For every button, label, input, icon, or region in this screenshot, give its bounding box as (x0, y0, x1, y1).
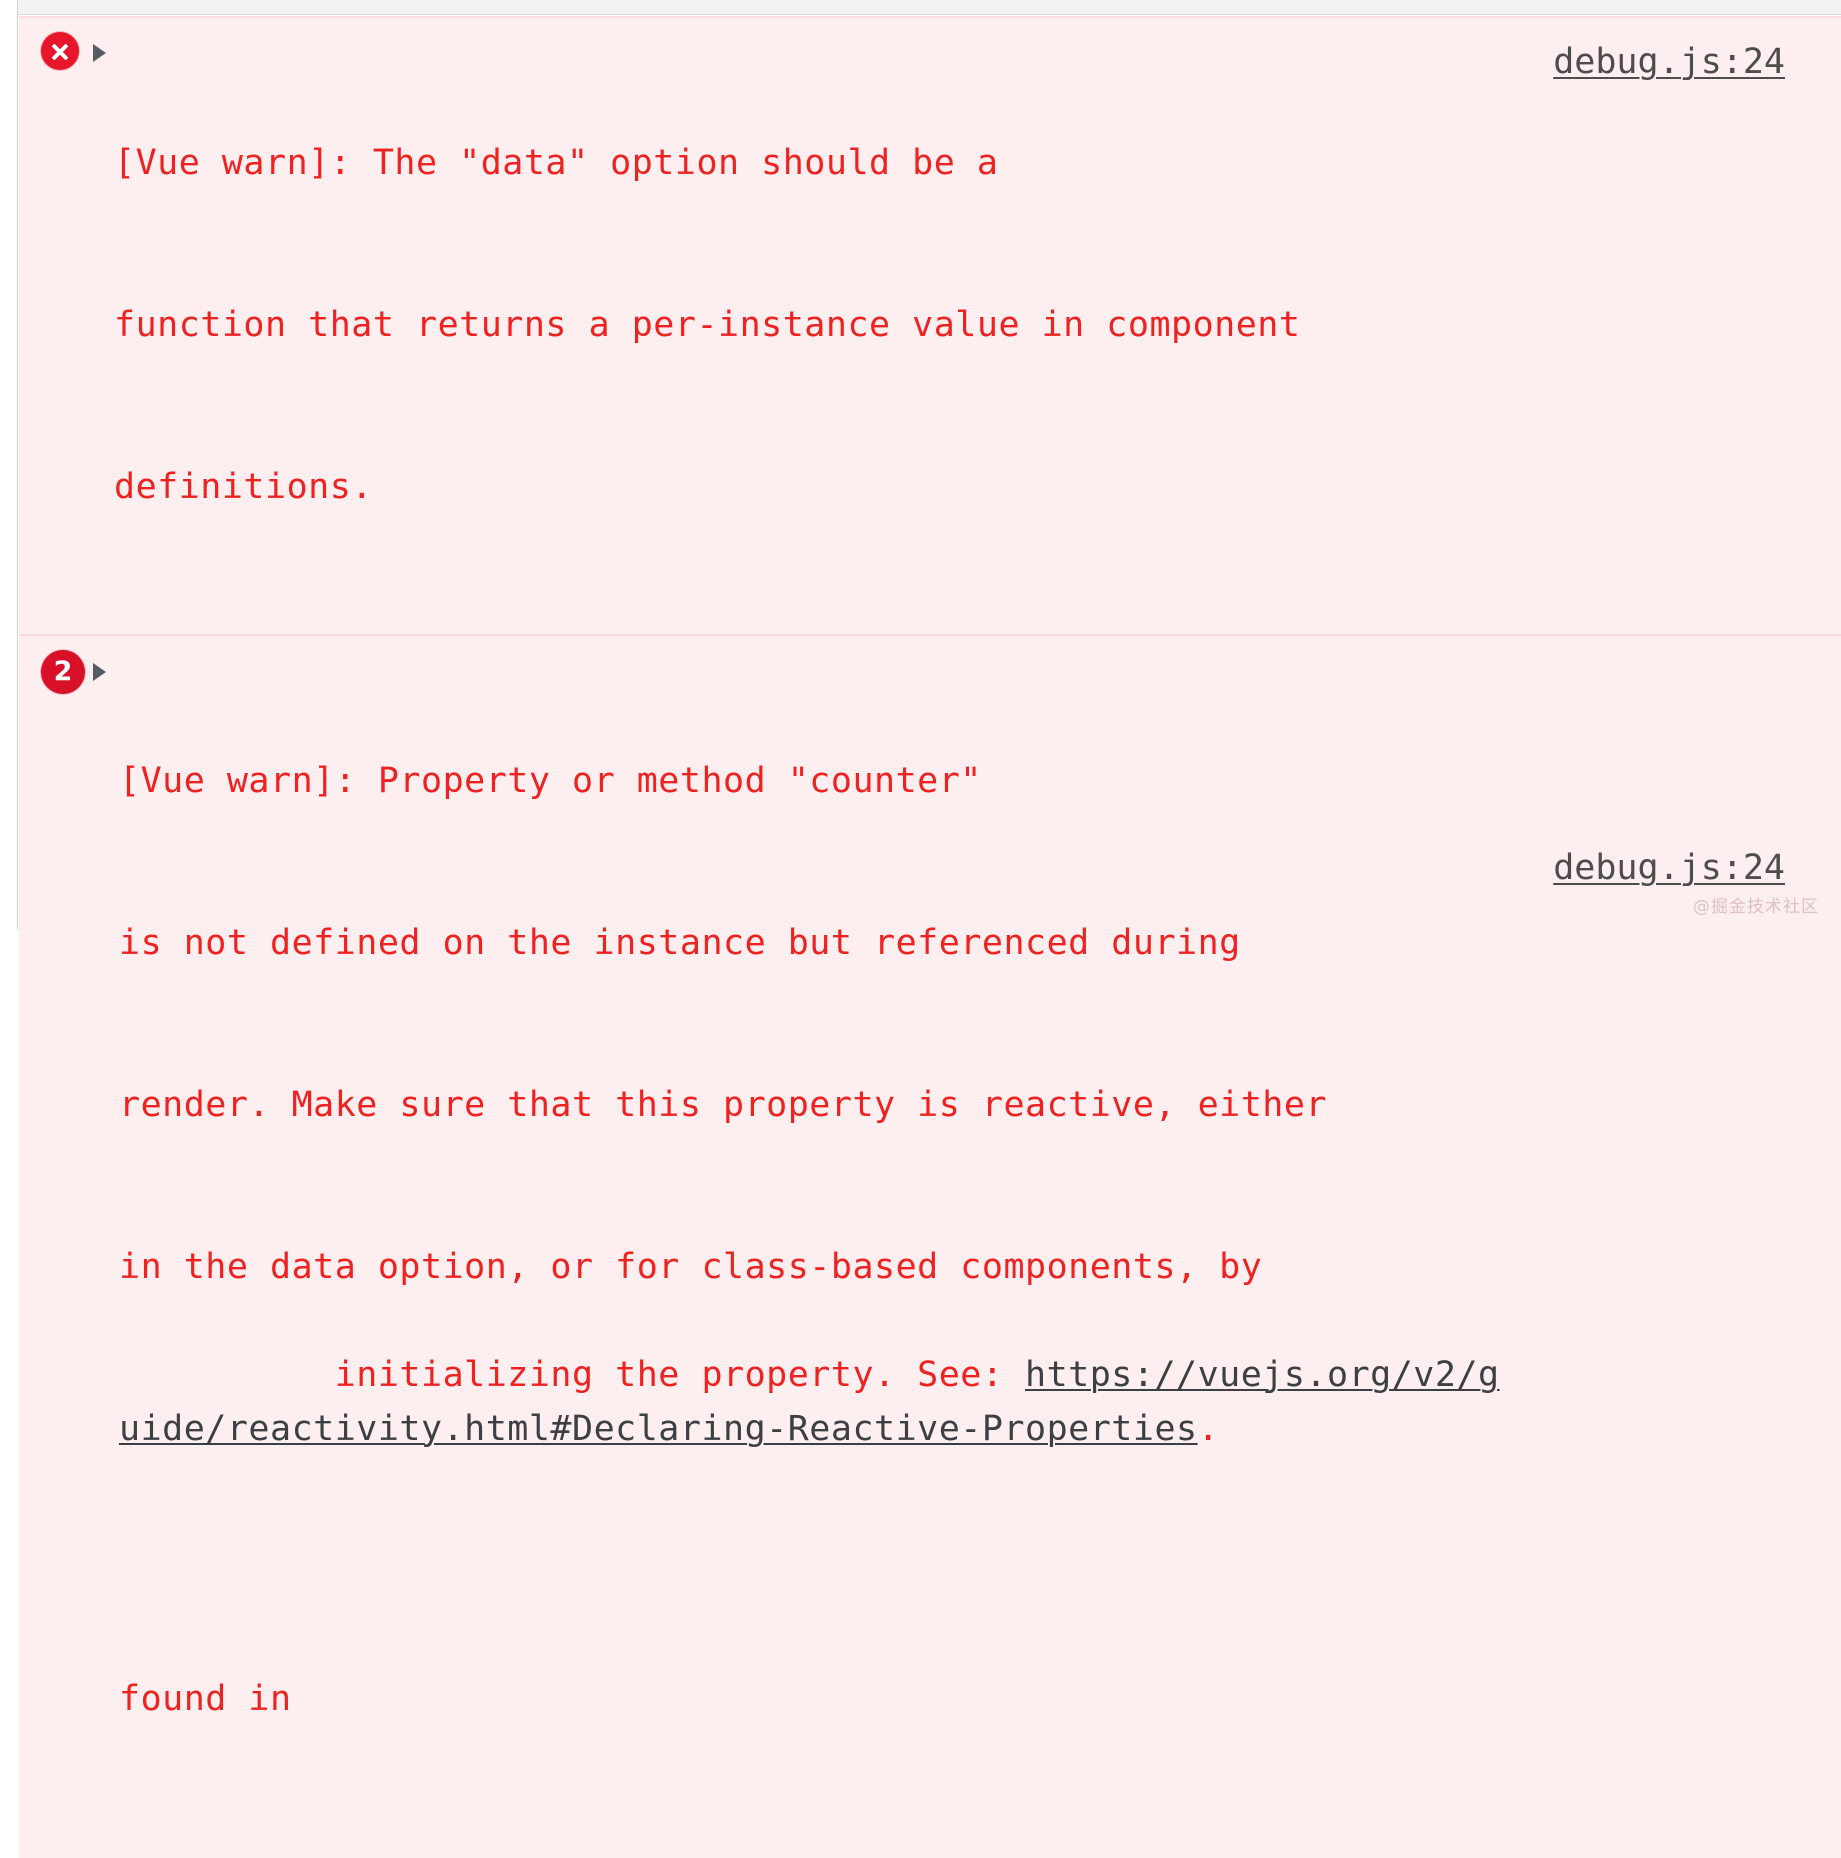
console-message[interactable]: 2 [Vue warn]: Property or method "counte… (19, 634, 1841, 1858)
console-previous-row-strip (0, 0, 1841, 15)
message-url-trailing-period: . (1197, 1409, 1220, 1449)
console-message-list: [Vue warn]: The "data" option should be … (19, 16, 1841, 1858)
source-location-link[interactable]: debug.js:24 (1553, 40, 1785, 84)
message-line: [Vue warn]: The "data" option should be … (114, 143, 999, 183)
console-message-text: [Vue warn]: Property or method "counter"… (119, 646, 1841, 1858)
watermark: @掘金技术社区 (1693, 897, 1819, 917)
console-message-row[interactable]: [Vue warn]: The "data" option should be … (19, 18, 1841, 634)
error-count-badge-icon: 2 (41, 650, 85, 694)
disclosure-triangle-icon[interactable] (93, 44, 106, 62)
devtools-console-panel: [Vue warn]: The "data" option should be … (0, 0, 1841, 1858)
error-circle-icon (41, 32, 79, 70)
source-location-link[interactable]: debug.js:24 (1553, 846, 1785, 890)
error-count-value: 2 (41, 650, 85, 694)
disclosure-triangle-icon[interactable] (93, 663, 106, 681)
console-strip-inner (18, 0, 1841, 15)
console-message[interactable]: [Vue warn]: The "data" option should be … (19, 16, 1841, 634)
message-line: render. Make sure that this property is … (119, 1085, 1328, 1125)
console-message-row[interactable]: 2 [Vue warn]: Property or method "counte… (19, 636, 1841, 1858)
message-line: found in (119, 1679, 292, 1719)
message-line: is not defined on the instance but refer… (119, 923, 1241, 963)
message-line: function that returns a per-instance val… (114, 305, 1301, 345)
message-line: in the data option, or for class-based c… (119, 1247, 1263, 1287)
console-left-gutter (0, 0, 18, 929)
message-line-see: initializing the property. See: (334, 1355, 1026, 1395)
console-message-text: [Vue warn]: The "data" option should be … (114, 28, 1841, 622)
message-line: [Vue warn]: Property or method "counter" (119, 761, 982, 801)
message-line: definitions. (114, 467, 373, 507)
